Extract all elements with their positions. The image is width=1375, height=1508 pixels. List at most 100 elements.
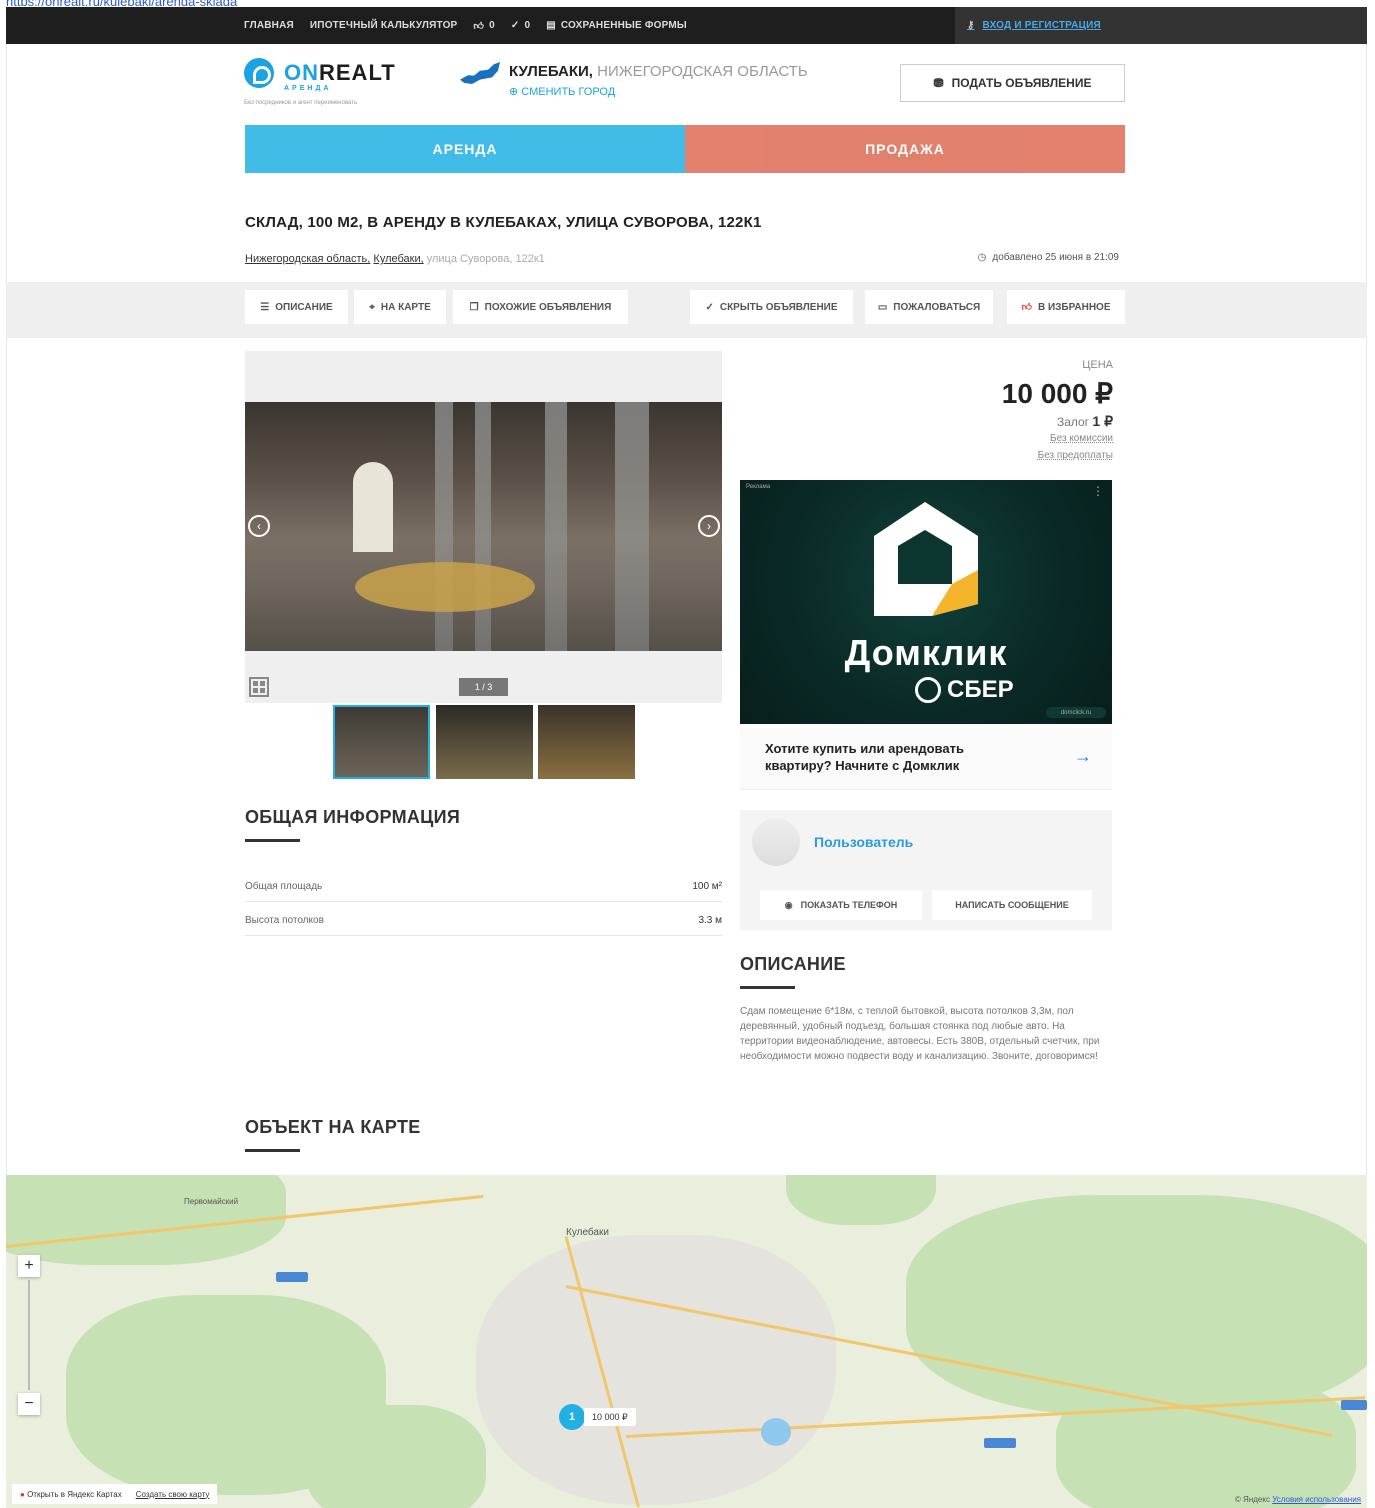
open-yandex-link[interactable]: ● Открыть в Яндекс Картах (20, 1490, 122, 1499)
logo-name-rest: REALT (319, 60, 396, 85)
more-vertical-icon[interactable]: ⋮ (1092, 484, 1104, 498)
logo-tagline: Без посредников и агент переименовать (244, 100, 358, 106)
breadcrumb-city[interactable]: Кулебаки, (373, 253, 423, 265)
ad-corner-label: domclick.ru (1046, 707, 1106, 718)
change-city-link[interactable]: ⊕ СМЕНИТЬ ГОРОД (509, 85, 615, 98)
logo-mark-icon (244, 58, 274, 88)
action-favorite[interactable]: 👍︎ В ИЗБРАННОЕ (1007, 290, 1125, 324)
map-zoom-control: + − (18, 1255, 40, 1415)
yandex-map[interactable]: Кулебаки Первомайский + − 1 10 000 ₽ ● О… (6, 1175, 1367, 1508)
action-description[interactable]: ☰ ОПИСАНИЕ (245, 290, 348, 324)
gallery-thumb[interactable] (538, 705, 635, 779)
post-ad-button[interactable]: ⛃ ПОДАТЬ ОБЪЯВЛЕНИЕ (900, 64, 1125, 102)
tab-sale[interactable]: ПРОДАЖА (685, 125, 1125, 173)
tab-rent[interactable]: АРЕНДА (245, 125, 685, 173)
city-line: КУЛЕБАКИ, НИЖЕГОРОДСКАЯ ОБЛАСТЬ (509, 63, 808, 80)
gallery-prev-icon[interactable]: ‹ (248, 515, 270, 537)
gallery-next-icon[interactable]: › (698, 515, 720, 537)
info-value: 3.3 м (698, 915, 722, 926)
map-pin-price[interactable]: 10 000 ₽ (584, 1408, 636, 1426)
ad-text: Хотите купить или арендовать квартиру? Н… (765, 741, 964, 773)
eye-icon: ◉ (784, 899, 793, 910)
map-lake (761, 1418, 791, 1446)
save-icon: ▤ (546, 20, 556, 31)
show-phone-button[interactable]: ◉ ПОКАЗАТЬ ТЕЛЕФОН (760, 890, 922, 920)
city-selector: КУЛЕБАКИ, НИЖЕГОРОДСКАЯ ОБЛАСТЬ ⊕ СМЕНИТ… (460, 60, 860, 104)
nav-saved-forms[interactable]: ▤ СОХРАНЕННЫЕ ФОРМЫ (546, 20, 687, 31)
price-box: ЦЕНА 10 000 ₽ Залог 1 ₽ Без комиссии Без… (740, 355, 1113, 470)
action-similar-label: ПОХОЖИЕ ОБЪЯВЛЕНИЯ (484, 301, 612, 313)
map-forest (786, 1175, 936, 1225)
avatar (752, 818, 800, 866)
clock-icon: ◷ (977, 252, 987, 263)
write-message-label: НАПИСАТЬ СООБЩЕНИЕ (955, 900, 1069, 910)
nav-mortgage-label: ИПОТЕЧНЫЙ КАЛЬКУЛЯТОР (309, 20, 458, 31)
show-phone-label: ПОКАЗАТЬ ТЕЛЕФОН (800, 900, 898, 910)
breadcrumb-region[interactable]: Нижегородская область, (245, 253, 370, 265)
map-road-shield (1341, 1400, 1367, 1410)
gallery-grid-icon[interactable] (249, 677, 269, 697)
action-on-map-label: НА КАРТЕ (380, 301, 431, 313)
action-on-map[interactable]: ⌖ НА КАРТЕ (354, 290, 446, 324)
photo-pillar (545, 402, 567, 651)
action-complain-label: ПОЖАЛОВАТЬСЯ (893, 301, 981, 313)
photo-pillar (435, 402, 453, 651)
map-road-shield (984, 1438, 1016, 1448)
map-terms-link[interactable]: Условия использования (1272, 1495, 1361, 1504)
top-link[interactable]: https://onrealt.ru/kulebaki/arenda-sklad… (6, 0, 606, 6)
map-forest (306, 1405, 486, 1508)
photo-pillar (615, 402, 649, 651)
map-footer-left: ● Открыть в Яндекс Картах Создать свою к… (12, 1484, 218, 1504)
login-button[interactable]: ⚷ ВХОД И РЕГИСТРАЦИЯ (967, 13, 1122, 38)
write-message-button[interactable]: НАПИСАТЬ СООБЩЕНИЕ (932, 890, 1092, 920)
breadcrumb-street: улица Суворова, 122к1 (426, 253, 545, 265)
nav-home[interactable]: ГЛАВНАЯ (244, 20, 294, 31)
gallery-thumb[interactable] (436, 705, 533, 779)
map-pin-cluster[interactable]: 1 (559, 1404, 585, 1430)
sber-check-icon (915, 677, 941, 703)
price-label: ЦЕНА (1082, 359, 1113, 371)
copy-icon: ❐ (469, 301, 479, 313)
zoom-in-icon[interactable]: + (18, 1255, 40, 1277)
city-name: КУЛЕБАКИ, (509, 63, 593, 80)
heading-underline (740, 986, 795, 989)
create-map-link[interactable]: Создать свою карту (136, 1490, 210, 1499)
post-ad-label: ПОДАТЬ ОБЪЯВЛЕНИЕ (951, 76, 1092, 90)
actions-bar: ☰ ОПИСАНИЕ ⌖ НА КАРТЕ ❐ ПОХОЖИЕ ОБЪЯВЛЕНИЯ … (6, 282, 1367, 338)
hide-check-icon: ✓ (705, 301, 714, 313)
top-nav: ГЛАВНАЯ ИПОТЕЧНЫЙ КАЛЬКУЛЯТОР 👍︎ 0 ✓ 0 ▤ СО… (244, 7, 687, 44)
domclick-ad-banner[interactable]: Реклама ⋮ Домклик СБЕР domclick.ru (740, 480, 1112, 724)
info-row: Высота потолков 3.3 м (245, 906, 722, 936)
action-similar[interactable]: ❐ ПОХОЖИЕ ОБЪЯВЛЕНИЯ (453, 290, 628, 324)
map-pin-icon: ⌖ (369, 301, 375, 313)
nav-likes[interactable]: 👍︎ 0 (473, 20, 494, 32)
general-info-heading: ОБЩАЯ ИНФОРМАЦИЯ (245, 807, 461, 827)
description-heading: ОПИСАНИЕ (740, 954, 846, 974)
main-photo[interactable] (245, 402, 722, 651)
checked-count: 0 (524, 20, 531, 31)
action-complain[interactable]: ▭ ПОЖАЛОВАТЬСЯ (865, 290, 993, 324)
sber-label: СБЕР (947, 676, 1014, 703)
seller-name[interactable]: Пользователь (814, 834, 913, 850)
added-date: ◷ добавлено 25 июня в 21:09 (978, 252, 1119, 263)
seller-card: Пользователь ◉ ПОКАЗАТЬ ТЕЛЕФОН НАПИСАТЬ … (740, 810, 1112, 930)
arrow-right-icon[interactable]: → (1074, 746, 1092, 767)
nav-checked[interactable]: ✓ 0 (511, 20, 530, 31)
change-city-label: СМЕНИТЬ ГОРОД (521, 86, 616, 98)
map-city-label: Кулебаки (566, 1227, 609, 1238)
photo-pillar (475, 402, 491, 651)
login-label: ВХОД И РЕГИСТРАЦИЯ (982, 20, 1101, 31)
ad-caption[interactable]: Хотите купить или арендовать квартиру? Н… (740, 728, 1112, 790)
site-logo[interactable]: ONREALT АРЕНДА Без посредников и агент п… (244, 58, 404, 110)
zoom-out-icon[interactable]: − (18, 1393, 40, 1415)
no-prepay: Без предоплаты (1037, 450, 1113, 461)
info-value: 100 м² (692, 881, 722, 892)
ad-label: Реклама (746, 484, 771, 490)
gallery-thumb[interactable] (333, 705, 430, 779)
breadcrumb: Нижегородская область, Кулебаки, улица С… (245, 253, 545, 265)
no-commission: Без комиссии (1050, 433, 1113, 444)
zoom-slider[interactable] (28, 1280, 30, 1390)
location-pin-icon: ● (20, 1489, 25, 1499)
nav-mortgage-calculator[interactable]: ИПОТЕЧНЫЙ КАЛЬКУЛЯТОР (310, 20, 458, 31)
action-hide[interactable]: ✓ СКРЫТЬ ОБЪЯВЛЕНИЕ (690, 290, 853, 324)
